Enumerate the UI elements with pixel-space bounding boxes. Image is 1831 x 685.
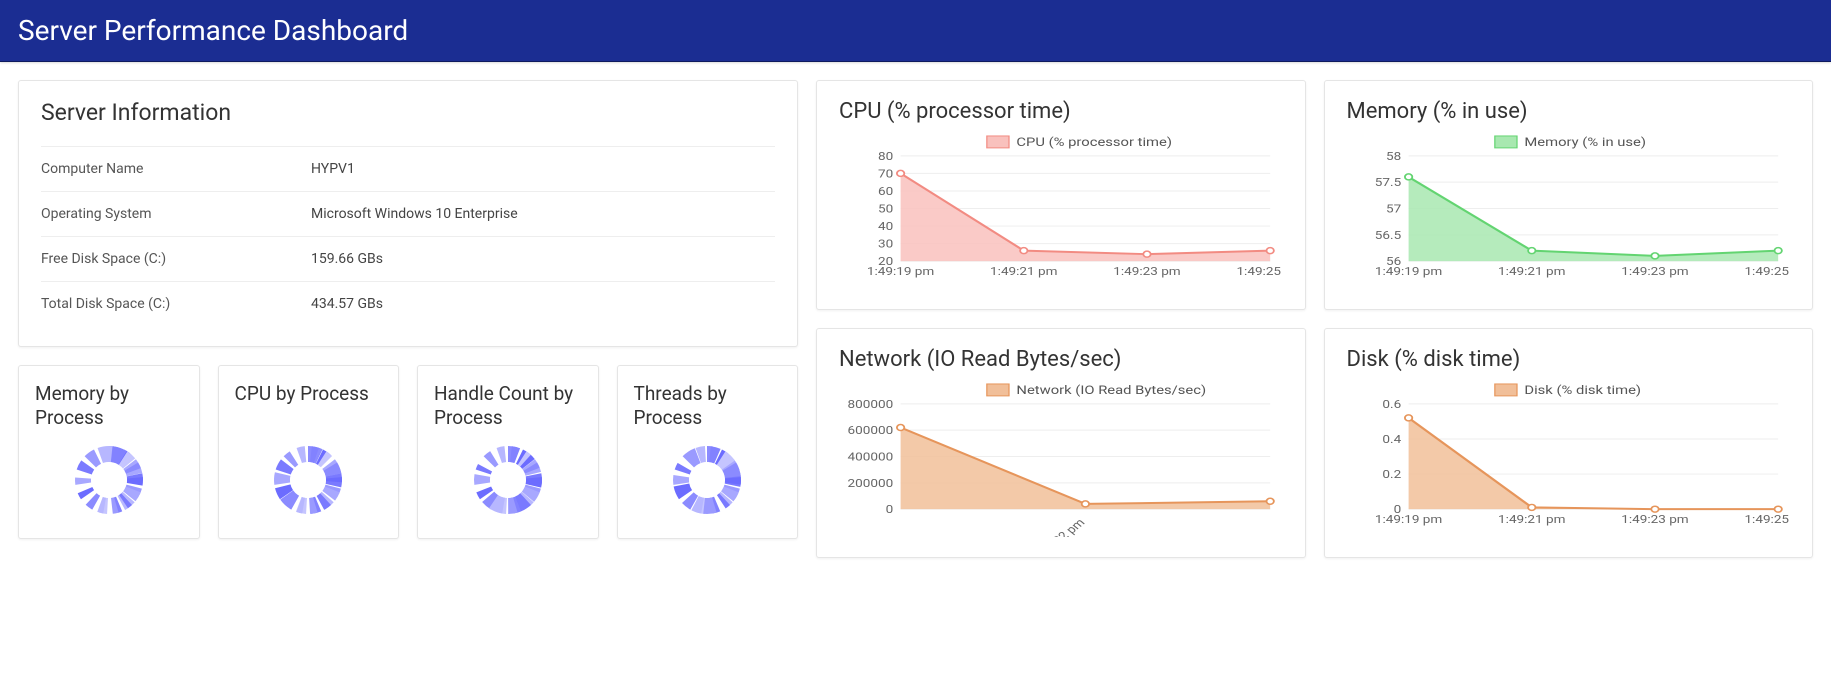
process-mini-title: CPU by Process bbox=[235, 382, 383, 430]
svg-text:200000: 200000 bbox=[848, 478, 894, 490]
donut-wrap bbox=[235, 440, 383, 520]
svg-text:58: 58 bbox=[1385, 151, 1400, 163]
server-info-key: Operating System bbox=[41, 192, 311, 237]
server-info-row: Free Disk Space (C:)159.66 GBs bbox=[41, 237, 775, 282]
process-mini-card[interactable]: Memory by Process bbox=[18, 365, 200, 539]
svg-text:1:49:23 pm: 1:49:23 pm bbox=[1621, 266, 1688, 278]
svg-text:1:49:21 pm: 1:49:21 pm bbox=[1498, 514, 1565, 526]
svg-text:800000: 800000 bbox=[848, 399, 894, 411]
svg-text:1:49:19 pm: 1:49:19 pm bbox=[867, 266, 934, 278]
svg-text:1:49:21 pm: 1:49:21 pm bbox=[990, 266, 1057, 278]
svg-text:600000: 600000 bbox=[848, 425, 894, 437]
svg-text:Disk (% disk time): Disk (% disk time) bbox=[1524, 384, 1641, 397]
svg-text:0.6: 0.6 bbox=[1382, 399, 1401, 411]
page-header: Server Performance Dashboard bbox=[0, 0, 1831, 62]
svg-text:60: 60 bbox=[878, 186, 893, 198]
server-info-row: Computer NameHYPV1 bbox=[41, 147, 775, 192]
donut-chart-icon bbox=[268, 440, 348, 520]
svg-text:400000: 400000 bbox=[848, 452, 894, 464]
chart-network: 0 200000 400000 600000 800000 1:49:22 pm Net… bbox=[839, 378, 1283, 537]
server-info-key: Computer Name bbox=[41, 147, 311, 192]
chart-title-network: Network (IO Read Bytes/sec) bbox=[839, 347, 1283, 372]
donut-wrap bbox=[634, 440, 782, 520]
server-info-card: Server Information Computer NameHYPV1Ope… bbox=[18, 80, 798, 347]
chart-title-memory: Memory (% in use) bbox=[1347, 99, 1791, 124]
server-info-key: Free Disk Space (C:) bbox=[41, 237, 311, 282]
svg-text:1:49:25 pm: 1:49:25 pm bbox=[1236, 266, 1282, 278]
server-info-value: 434.57 GBs bbox=[311, 282, 775, 327]
donut-wrap bbox=[35, 440, 183, 520]
svg-text:CPU (% processor time): CPU (% processor time) bbox=[1016, 136, 1172, 149]
svg-text:57.5: 57.5 bbox=[1374, 177, 1400, 189]
chart-card-cpu: CPU (% processor time) 20304050607080 1:… bbox=[816, 80, 1306, 310]
chart-title-cpu: CPU (% processor time) bbox=[839, 99, 1283, 124]
chart-card-network: Network (IO Read Bytes/sec) 0 200000 40000… bbox=[816, 328, 1306, 558]
svg-text:1:49:25 pm: 1:49:25 pm bbox=[1744, 514, 1790, 526]
svg-text:1:49:21 pm: 1:49:21 pm bbox=[1498, 266, 1565, 278]
process-mini-title: Memory by Process bbox=[35, 382, 183, 430]
server-info-key: Total Disk Space (C:) bbox=[41, 282, 311, 327]
server-info-table: Computer NameHYPV1Operating SystemMicros… bbox=[41, 146, 775, 326]
chart-cpu: 20304050607080 1:49:19 pm1:49:21 pm1:49:… bbox=[839, 130, 1283, 289]
server-info-row: Operating SystemMicrosoft Windows 10 Ent… bbox=[41, 192, 775, 237]
chart-disk: 00.20.40.6 1:49:19 pm1:49:21 pm1:49:23 p… bbox=[1347, 378, 1791, 537]
svg-text:Memory (% in use): Memory (% in use) bbox=[1524, 136, 1646, 149]
svg-text:40: 40 bbox=[878, 221, 893, 233]
process-mini-title: Handle Count by Process bbox=[434, 382, 582, 430]
svg-text:70: 70 bbox=[878, 168, 893, 180]
server-info-row: Total Disk Space (C:)434.57 GBs bbox=[41, 282, 775, 327]
page-title: Server Performance Dashboard bbox=[18, 14, 408, 47]
process-mini-grid: Memory by Process CPU by Process Handle Co… bbox=[18, 365, 798, 539]
svg-text:1:49:19 pm: 1:49:19 pm bbox=[1374, 266, 1441, 278]
svg-text:0: 0 bbox=[886, 504, 894, 516]
svg-text:56.5: 56.5 bbox=[1374, 230, 1400, 242]
charts-grid: CPU (% processor time) 20304050607080 1:… bbox=[816, 80, 1813, 558]
donut-chart-icon bbox=[667, 440, 747, 520]
svg-text:57: 57 bbox=[1385, 204, 1400, 216]
donut-chart-icon bbox=[468, 440, 548, 520]
server-info-value: HYPV1 bbox=[311, 147, 775, 192]
svg-text:1:49:22 pm: 1:49:22 pm bbox=[1030, 517, 1089, 537]
process-mini-card[interactable]: Handle Count by Process bbox=[417, 365, 599, 539]
server-info-value: 159.66 GBs bbox=[311, 237, 775, 282]
svg-text:50: 50 bbox=[878, 204, 893, 216]
process-mini-card[interactable]: Threads by Process bbox=[617, 365, 799, 539]
svg-text:1:49:23 pm: 1:49:23 pm bbox=[1621, 514, 1688, 526]
chart-card-disk: Disk (% disk time) 00.20.40.6 1:49:19 pm… bbox=[1324, 328, 1814, 558]
donut-chart-icon bbox=[69, 440, 149, 520]
server-info-value: Microsoft Windows 10 Enterprise bbox=[311, 192, 775, 237]
svg-text:30: 30 bbox=[878, 239, 893, 251]
svg-text:1:49:25 pm: 1:49:25 pm bbox=[1744, 266, 1790, 278]
svg-text:80: 80 bbox=[878, 151, 893, 163]
process-mini-title: Threads by Process bbox=[634, 382, 782, 430]
svg-text:1:49:19 pm: 1:49:19 pm bbox=[1374, 514, 1441, 526]
server-info-title: Server Information bbox=[41, 99, 775, 126]
left-column: Server Information Computer NameHYPV1Ope… bbox=[18, 80, 798, 558]
donut-wrap bbox=[434, 440, 582, 520]
process-mini-card[interactable]: CPU by Process bbox=[218, 365, 400, 539]
content-area: Server Information Computer NameHYPV1Ope… bbox=[0, 62, 1831, 576]
chart-memory: 5656.55757.558 1:49:19 pm1:49:21 pm1:49:… bbox=[1347, 130, 1791, 289]
svg-text:0.4: 0.4 bbox=[1382, 434, 1401, 446]
svg-text:Network (IO Read Bytes/sec): Network (IO Read Bytes/sec) bbox=[1016, 384, 1206, 397]
chart-title-disk: Disk (% disk time) bbox=[1347, 347, 1791, 372]
svg-text:0.2: 0.2 bbox=[1382, 469, 1401, 481]
svg-text:1:49:23 pm: 1:49:23 pm bbox=[1113, 266, 1180, 278]
chart-card-memory: Memory (% in use) 5656.55757.558 1:49:19… bbox=[1324, 80, 1814, 310]
